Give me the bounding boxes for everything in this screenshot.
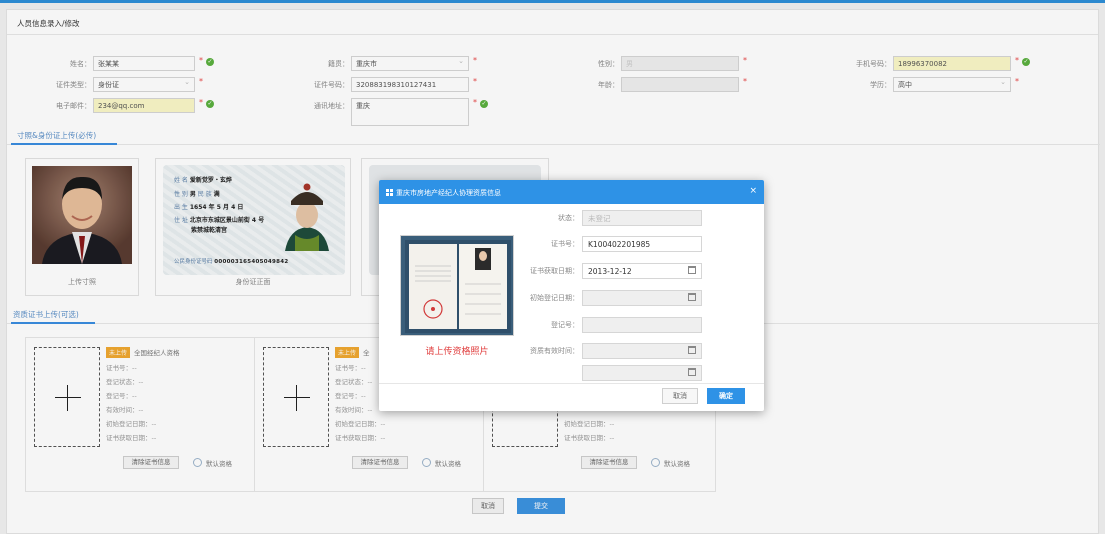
valid-time-label: 资质有效时间： — [530, 347, 579, 355]
status-select[interactable]: 未登记 — [582, 210, 702, 226]
valid-time-input[interactable] — [582, 343, 702, 359]
obtain-date-label: 证书获取日期： — [530, 267, 579, 275]
cert-no-label: 证书号： — [551, 240, 579, 248]
cert-no-input[interactable]: K100402201985 — [582, 236, 702, 252]
close-icon[interactable]: × — [749, 186, 757, 196]
calendar-icon[interactable] — [688, 266, 696, 274]
cert-photo — [405, 240, 511, 333]
calendar-icon[interactable] — [688, 346, 696, 354]
init-date-input[interactable] — [582, 290, 702, 306]
cert-photo-upload[interactable] — [400, 235, 514, 336]
modal-footer-divider — [379, 383, 764, 384]
calendar-icon[interactable] — [688, 293, 696, 301]
photo-upload-hint: 请上传资格照片 — [425, 347, 489, 357]
status-label: 状态： — [558, 214, 579, 222]
init-date-label: 初始登记日期： — [530, 294, 579, 302]
obtain-date-value: 2013-12-12 — [588, 267, 632, 276]
modal-title: 重庆市房地产经纪人协理资质信息 — [396, 189, 501, 197]
reg-no-label: 登记号： — [551, 321, 579, 329]
valid-time-end-input[interactable] — [582, 365, 702, 381]
reg-no-input[interactable] — [582, 317, 702, 333]
cert-modal: 重庆市房地产经纪人协理资质信息 × 请上传资格照片 状态： 未登记 证书号： K… — [379, 180, 764, 411]
calendar-icon[interactable] — [688, 368, 696, 376]
obtain-date-input[interactable]: 2013-12-12 — [582, 263, 702, 279]
modal-cancel-button[interactable]: 取消 — [662, 388, 698, 404]
modal-header: 重庆市房地产经纪人协理资质信息 × — [379, 180, 764, 204]
grid-icon — [386, 189, 393, 196]
modal-ok-button[interactable]: 确定 — [707, 388, 745, 404]
